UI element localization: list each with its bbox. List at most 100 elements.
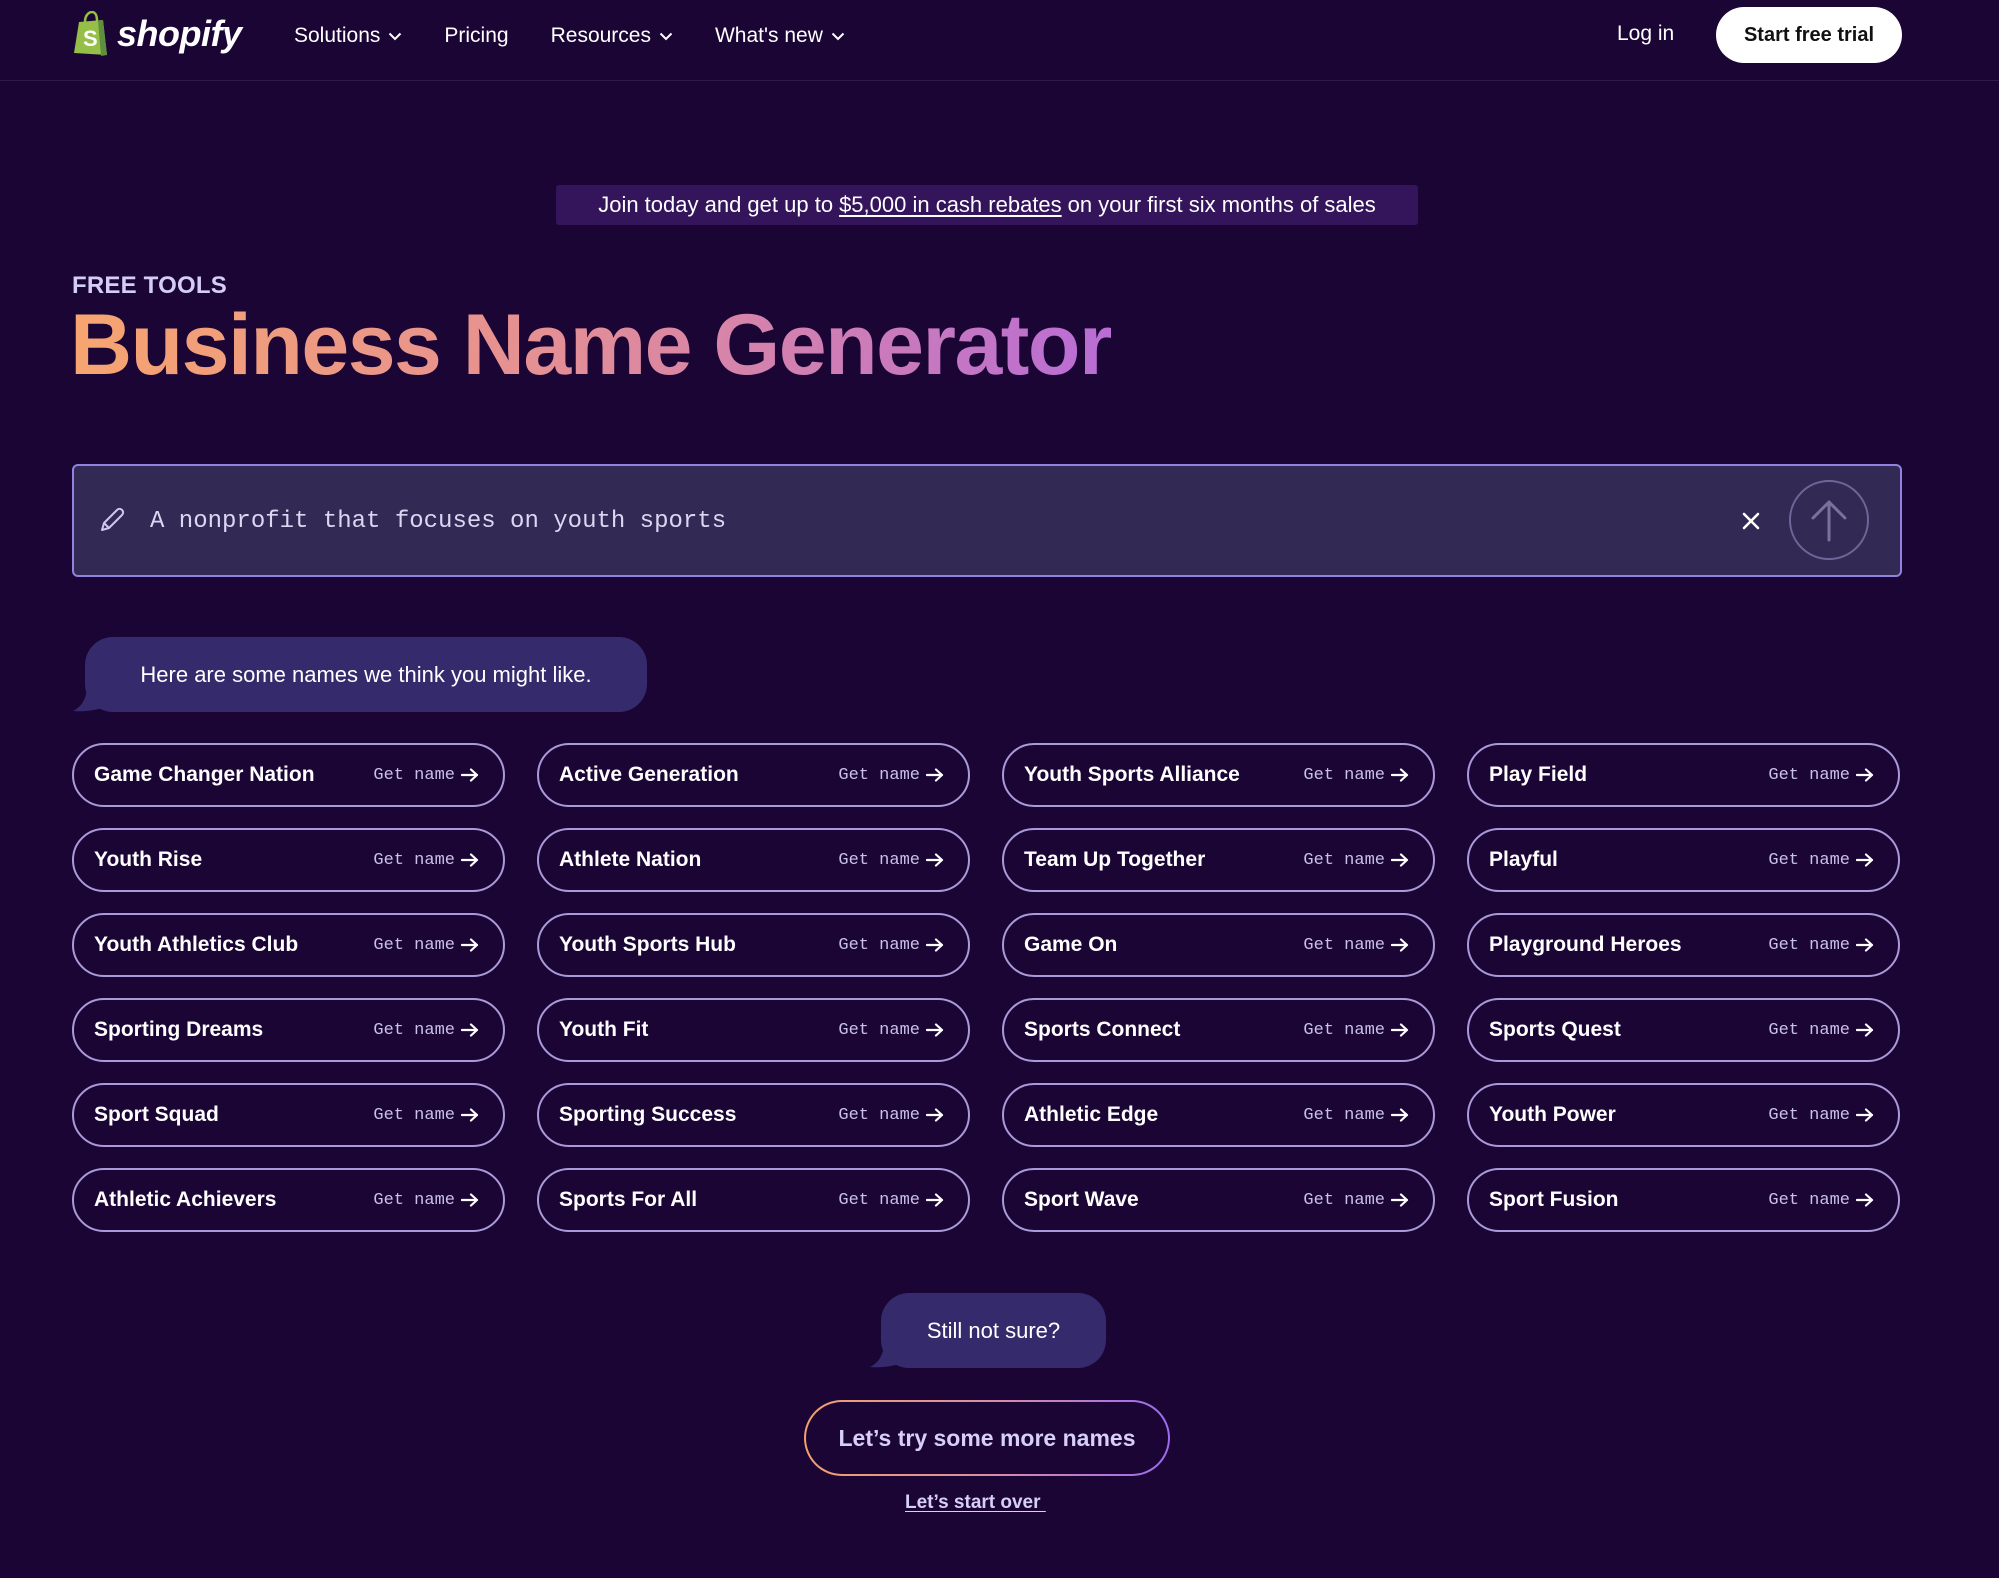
suggested-name: Playful: [1489, 848, 1558, 871]
suggested-name: Game Changer Nation: [94, 763, 315, 786]
name-suggestion[interactable]: Play Field Get name: [1467, 743, 1900, 807]
arrow-up-icon: [1811, 500, 1847, 542]
get-name-action[interactable]: Get name: [1768, 1191, 1874, 1210]
suggested-name: Sporting Dreams: [94, 1018, 264, 1041]
get-name-action[interactable]: Get name: [1303, 1021, 1409, 1040]
name-suggestion[interactable]: Game Changer Nation Get name: [72, 743, 505, 807]
name-suggestion[interactable]: Sports Quest Get name: [1467, 998, 1900, 1062]
results-intro-bubble: Here are some names we think you might l…: [85, 637, 647, 712]
name-suggestions-grid: Game Changer Nation Get name Active Gene…: [72, 743, 1902, 1232]
get-name-action[interactable]: Get name: [1768, 936, 1874, 955]
get-name-action[interactable]: Get name: [373, 1106, 479, 1125]
name-suggestion[interactable]: Athletic Edge Get name: [1002, 1083, 1435, 1147]
business-description-field: [72, 464, 1902, 577]
get-name-label: Get name: [1303, 765, 1385, 785]
svg-text:S: S: [83, 26, 98, 51]
name-suggestion[interactable]: Youth Rise Get name: [72, 828, 505, 892]
get-name-label: Get name: [1303, 935, 1385, 955]
clear-button[interactable]: [1733, 503, 1769, 539]
still-not-sure-text: Still not sure?: [926, 1317, 1061, 1343]
get-name-action[interactable]: Get name: [1303, 851, 1409, 870]
get-name-action[interactable]: Get name: [838, 766, 944, 785]
get-name-label: Get name: [838, 850, 920, 870]
name-suggestion[interactable]: Sport Wave Get name: [1002, 1168, 1435, 1232]
nav-resources[interactable]: Resources: [551, 20, 673, 52]
submit-button[interactable]: [1789, 480, 1869, 560]
name-suggestion[interactable]: Athletic Achievers Get name: [72, 1168, 505, 1232]
description-input[interactable]: [150, 496, 1650, 546]
suggested-name: Youth Athletics Club: [94, 933, 299, 956]
nav-whats-new[interactable]: What's new: [715, 20, 845, 52]
shopify-logo[interactable]: S shopify: [71, 11, 242, 57]
try-more-names-button[interactable]: Let’s try some more names: [804, 1400, 1170, 1476]
get-name-action[interactable]: Get name: [838, 1021, 944, 1040]
arrow-right-icon: [1856, 768, 1874, 782]
get-name-action[interactable]: Get name: [1303, 936, 1409, 955]
nav-whats-new-label: What's new: [714, 24, 823, 47]
name-suggestion[interactable]: Youth Athletics Club Get name: [72, 913, 505, 977]
nav-solutions[interactable]: Solutions: [294, 20, 402, 52]
get-name-label: Get name: [373, 1190, 455, 1210]
get-name-action[interactable]: Get name: [838, 1106, 944, 1125]
arrow-right-icon: [1856, 1023, 1874, 1037]
name-suggestion[interactable]: Youth Power Get name: [1467, 1083, 1900, 1147]
get-name-action[interactable]: Get name: [1768, 1021, 1874, 1040]
name-suggestion[interactable]: Sport Fusion Get name: [1467, 1168, 1900, 1232]
name-suggestion[interactable]: Sports For All Get name: [537, 1168, 970, 1232]
pencil-icon: [101, 507, 125, 531]
suggested-name: Sport Wave: [1024, 1188, 1139, 1211]
arrow-right-icon: [1391, 1108, 1409, 1122]
name-suggestion[interactable]: Game On Get name: [1002, 913, 1435, 977]
start-over-link[interactable]: Let’s start over: [905, 1492, 1046, 1514]
nav-pricing-label: Pricing: [444, 24, 509, 47]
get-name-action[interactable]: Get name: [373, 1191, 479, 1210]
suggested-name: Youth Rise: [94, 848, 203, 871]
name-suggestion[interactable]: Playground Heroes Get name: [1467, 913, 1900, 977]
login-link[interactable]: Log in: [1617, 22, 1674, 46]
name-suggestion[interactable]: Sporting Success Get name: [537, 1083, 970, 1147]
suggested-name: Youth Fit: [559, 1018, 649, 1041]
get-name-label: Get name: [373, 1105, 455, 1125]
get-name-action[interactable]: Get name: [838, 1191, 944, 1210]
name-suggestion[interactable]: Youth Fit Get name: [537, 998, 970, 1062]
promo-rebates-link[interactable]: $5,000 in cash rebates: [839, 192, 1062, 218]
get-name-label: Get name: [1768, 1190, 1850, 1210]
brand-wordmark: shopify: [117, 13, 242, 54]
get-name-action[interactable]: Get name: [373, 936, 479, 955]
get-name-action[interactable]: Get name: [838, 851, 944, 870]
name-suggestion[interactable]: Youth Sports Hub Get name: [537, 913, 970, 977]
arrow-right-icon: [1856, 1193, 1874, 1207]
start-free-trial-button[interactable]: Start free trial: [1716, 7, 1902, 63]
get-name-action[interactable]: Get name: [1768, 1106, 1874, 1125]
suggested-name: Sporting Success: [559, 1103, 737, 1126]
nav-links: Solutions Pricing Resources What's new: [294, 20, 887, 52]
get-name-action[interactable]: Get name: [373, 766, 479, 785]
get-name-action[interactable]: Get name: [1303, 1106, 1409, 1125]
suggested-name: Play Field: [1489, 763, 1588, 786]
get-name-action[interactable]: Get name: [1768, 851, 1874, 870]
get-name-action[interactable]: Get name: [1768, 766, 1874, 785]
name-suggestion[interactable]: Sporting Dreams Get name: [72, 998, 505, 1062]
name-suggestion[interactable]: Team Up Together Get name: [1002, 828, 1435, 892]
get-name-label: Get name: [373, 765, 455, 785]
name-suggestion[interactable]: Sport Squad Get name: [72, 1083, 505, 1147]
name-suggestion[interactable]: Active Generation Get name: [537, 743, 970, 807]
name-suggestion[interactable]: Playful Get name: [1467, 828, 1900, 892]
get-name-action[interactable]: Get name: [1303, 766, 1409, 785]
name-suggestion[interactable]: Athlete Nation Get name: [537, 828, 970, 892]
arrow-right-icon: [461, 853, 479, 867]
arrow-right-icon: [461, 938, 479, 952]
nav-pricing[interactable]: Pricing: [444, 20, 508, 52]
get-name-label: Get name: [1768, 850, 1850, 870]
get-name-action[interactable]: Get name: [373, 851, 479, 870]
get-name-action[interactable]: Get name: [373, 1021, 479, 1040]
name-suggestion[interactable]: Sports Connect Get name: [1002, 998, 1435, 1062]
page-title: Business Name Generator: [70, 297, 1112, 393]
name-suggestion[interactable]: Youth Sports Alliance Get name: [1002, 743, 1435, 807]
promo-suffix: on your first six months of sales: [1067, 192, 1376, 217]
top-nav: S shopify Solutions Pricing Resources Wh…: [0, 0, 1999, 81]
get-name-label: Get name: [838, 1105, 920, 1125]
get-name-label: Get name: [1768, 935, 1850, 955]
get-name-action[interactable]: Get name: [838, 936, 944, 955]
get-name-action[interactable]: Get name: [1303, 1191, 1409, 1210]
